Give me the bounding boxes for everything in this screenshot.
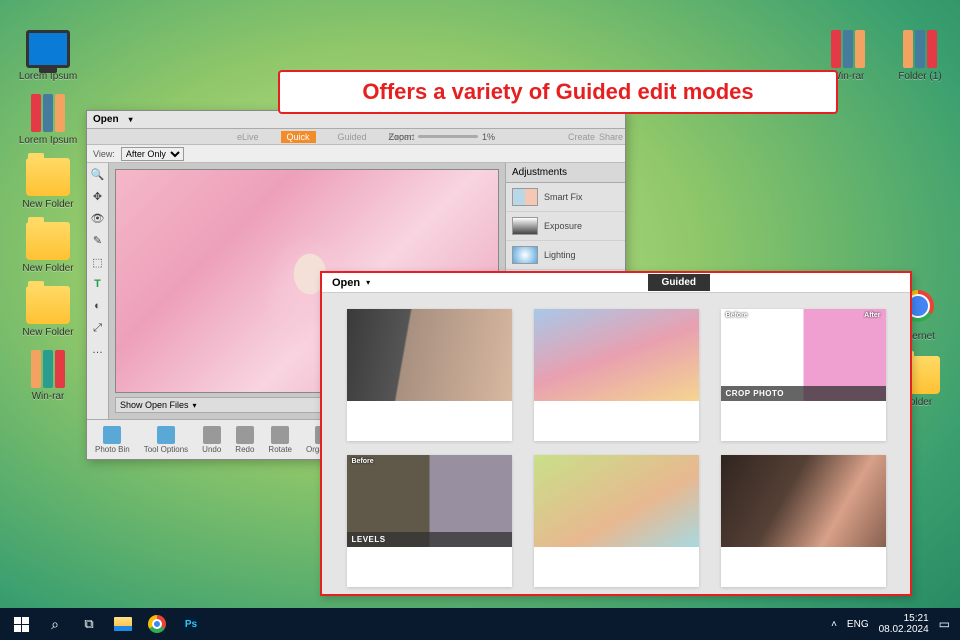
guided-card[interactable] xyxy=(534,455,699,587)
open-menu[interactable]: Open xyxy=(93,114,119,125)
icon-label: New Folder xyxy=(18,327,78,338)
btn-rotate[interactable]: Rotate xyxy=(268,426,292,454)
binder-icon xyxy=(26,350,70,388)
desktop-icon-monitor[interactable]: Lorem Ipsum xyxy=(18,30,78,82)
guided-card[interactable] xyxy=(534,309,699,441)
guided-card-levels[interactable]: Before LEVELS xyxy=(347,455,512,587)
btn-undo[interactable]: Undo xyxy=(202,426,221,454)
callout-banner: Offers a variety of Guided edit modes xyxy=(278,70,838,114)
windows-icon xyxy=(14,617,29,632)
tool-crop[interactable]: ⤢ xyxy=(91,321,105,335)
tab-quick[interactable]: Quick xyxy=(281,131,316,143)
monitor-icon xyxy=(26,30,70,68)
guided-topbar: Open Guided xyxy=(322,273,910,293)
notifications-icon[interactable]: ▭ xyxy=(939,617,950,631)
zoom-slider[interactable] xyxy=(418,135,478,138)
adj-exposure[interactable]: Exposure xyxy=(506,212,625,241)
tool-text[interactable]: T xyxy=(91,277,105,291)
folder-icon xyxy=(26,286,70,324)
chevron-up-icon[interactable]: ˄ xyxy=(831,619,837,630)
file-explorer-icon xyxy=(114,617,132,631)
desktop-icon-binder[interactable]: Folder (1) xyxy=(890,30,950,82)
view-label: View: xyxy=(93,149,115,159)
tray-date: 08.02.2024 xyxy=(879,624,929,635)
tray-clock[interactable]: 15:21 08.02.2024 xyxy=(879,613,929,635)
search-icon: ⌕ xyxy=(51,616,59,633)
adjustments-header: Adjustments xyxy=(506,163,625,183)
tool-pencil[interactable]: ✎ xyxy=(91,233,105,247)
btn-photobin[interactable]: Photo Bin xyxy=(95,426,130,454)
card-caption: LEVELS xyxy=(347,532,512,547)
tab-guided[interactable]: Guided xyxy=(338,132,367,142)
desktop-icon-folder[interactable]: New Folder xyxy=(18,286,78,338)
icon-label: Lorem Ipsum xyxy=(18,135,78,146)
chrome-icon xyxy=(148,615,166,633)
menu-share[interactable]: Share xyxy=(599,132,623,142)
binder-icon xyxy=(26,94,70,132)
card-caption: CROP PHOTO xyxy=(721,386,886,401)
desktop-icon-binder[interactable]: Lorem Ipsum xyxy=(18,94,78,146)
start-button[interactable] xyxy=(4,610,38,638)
binder-icon xyxy=(826,30,870,68)
desktop-icon-folder[interactable]: New Folder xyxy=(18,158,78,210)
tool-zoom[interactable]: 🔍 xyxy=(91,167,105,181)
desktop-icon-folder[interactable]: New Folder xyxy=(18,222,78,274)
editor-mode-tabs: eLive Quick Guided Expert Zoom: 1% Creat… xyxy=(87,129,625,145)
folder-icon xyxy=(26,222,70,260)
btn-tooloptions[interactable]: Tool Options xyxy=(144,426,188,454)
view-bar: View: After Only xyxy=(87,145,625,163)
guided-card-crop[interactable]: Before After CROP PHOTO xyxy=(721,309,886,441)
photoshop-button[interactable]: Ps xyxy=(174,610,208,638)
tray-lang[interactable]: ENG xyxy=(847,619,869,630)
taskbar: ⌕ ⧉ Ps ˄ ENG 15:21 08.02.2024 ▭ xyxy=(0,608,960,640)
tool-hand[interactable]: ✥ xyxy=(91,189,105,203)
chrome-button[interactable] xyxy=(140,610,174,638)
menu-create[interactable]: Create xyxy=(568,132,595,142)
icon-label: New Folder xyxy=(18,199,78,210)
icon-label: New Folder xyxy=(18,263,78,274)
guided-card[interactable] xyxy=(721,455,886,587)
tool-redeye[interactable]: ◐ xyxy=(91,299,105,313)
guided-tab-active[interactable]: Guided xyxy=(648,274,710,291)
callout-text: Offers a variety of Guided edit modes xyxy=(362,79,753,105)
icon-label: Folder (1) xyxy=(890,71,950,82)
label-before: Before xyxy=(726,312,748,319)
tab-elive[interactable]: eLive xyxy=(237,132,259,142)
btn-redo[interactable]: Redo xyxy=(235,426,254,454)
label-after: After xyxy=(864,312,880,319)
guided-open-menu[interactable]: Open xyxy=(322,277,380,289)
explorer-button[interactable] xyxy=(106,610,140,638)
tray-time: 15:21 xyxy=(879,613,929,624)
adj-smartfix[interactable]: Smart Fix xyxy=(506,183,625,212)
taskview-button[interactable]: ⧉ xyxy=(72,610,106,638)
folder-icon xyxy=(26,158,70,196)
search-button[interactable]: ⌕ xyxy=(38,610,72,638)
guided-grid: Before After CROP PHOTO Before LEVELS xyxy=(322,293,910,603)
system-tray[interactable]: ˄ ENG 15:21 08.02.2024 ▭ xyxy=(831,613,956,635)
desktop-icon-binder2[interactable]: Win-rar xyxy=(18,350,78,402)
guided-card[interactable] xyxy=(347,309,512,441)
zoom-value: 1% xyxy=(482,132,495,142)
chevron-down-icon: ▾ xyxy=(129,115,133,124)
binder-icon xyxy=(898,30,942,68)
zoom-label: Zoom: xyxy=(388,132,414,142)
tool-select[interactable]: ⬚ xyxy=(91,255,105,269)
adj-lighting[interactable]: Lighting xyxy=(506,241,625,270)
tool-eye[interactable]: 👁 xyxy=(91,211,105,225)
tool-palette: 🔍 ✥ 👁 ✎ ⬚ T ◐ ⤢ … xyxy=(87,163,109,419)
guided-window: Open Guided Before After CROP PHOTO Befo… xyxy=(320,271,912,596)
tool-more[interactable]: … xyxy=(91,343,105,357)
view-mode-select[interactable]: After Only xyxy=(121,147,184,161)
icon-label: Win-rar xyxy=(18,391,78,402)
photoshop-icon: Ps xyxy=(182,615,200,633)
label-before: Before xyxy=(352,458,374,465)
taskview-icon: ⧉ xyxy=(84,616,93,632)
